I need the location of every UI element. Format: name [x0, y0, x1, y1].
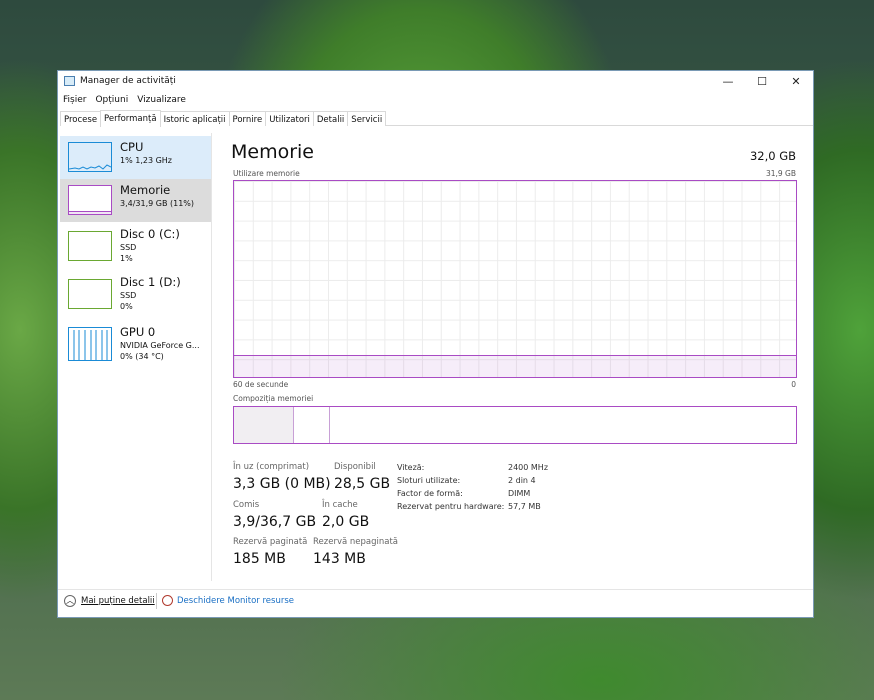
stat-value: 3,3 GB (0 MB) [233, 476, 331, 492]
tab-details[interactable]: Detalii [312, 111, 349, 126]
close-button[interactable]: ✕ [779, 71, 813, 92]
spec-label: Rezervat pentru hardware: [397, 502, 505, 511]
memory-thumbnail-graph [68, 185, 112, 215]
time-axis-left: 60 de secunde [233, 380, 289, 389]
sidebar-item-memory[interactable]: Memorie 3,4/31,9 GB (11%) [60, 179, 211, 222]
title-bar[interactable]: Manager de activități — ☐ ✕ [58, 71, 813, 92]
tab-users[interactable]: Utilizatori [265, 111, 314, 126]
footer-divider [58, 589, 813, 590]
stat-label: Rezervă paginată [233, 537, 308, 547]
stat-label: În cache [322, 500, 358, 510]
sidebar: CPU 1% 1,23 GHz Memorie 3,4/31,9 GB (11%… [60, 133, 212, 581]
spec-value: 57,7 MB [508, 502, 541, 511]
graph-max: 31,9 GB [765, 169, 796, 178]
memory-usage-fill [234, 355, 796, 377]
memory-usage-graph [233, 180, 797, 378]
resource-monitor-label: Deschidere Monitor resurse [177, 595, 295, 606]
menu-bar: Fișier Opțiuni Vizualizare [63, 95, 186, 105]
fewer-details-button[interactable]: ︿ Mai puține detalii [64, 595, 155, 607]
stat-label: Disponibil [334, 462, 376, 472]
tab-performance[interactable]: Performanță [100, 110, 161, 127]
total-memory: 32,0 GB [749, 149, 796, 163]
spec-value: 2 din 4 [508, 476, 536, 485]
tab-app-history[interactable]: Istoric aplicații [159, 111, 230, 126]
sidebar-item-gpu-0[interactable]: GPU 0 NVIDIA GeForce G... 0% (34 °C) [60, 321, 211, 367]
task-manager-window: Manager de activități — ☐ ✕ Fișier Opțiu… [57, 70, 814, 618]
stat-label: Comis [233, 500, 260, 510]
sidebar-item-usage: 0% (34 °C) [120, 352, 164, 361]
sidebar-item-name: Disc 0 (C:) [120, 227, 180, 241]
sidebar-item-usage: 1% [120, 254, 133, 263]
sidebar-item-detail: SSD [120, 291, 137, 300]
sidebar-item-detail: 3,4/31,9 GB (11%) [120, 199, 195, 208]
page-title: Memorie [231, 141, 314, 163]
app-icon [64, 76, 75, 86]
sidebar-item-name: Memorie [120, 183, 171, 197]
disk-thumbnail-graph [68, 231, 112, 261]
sidebar-item-cpu[interactable]: CPU 1% 1,23 GHz [60, 136, 211, 179]
menu-file[interactable]: Fișier [63, 95, 86, 105]
menu-view[interactable]: Vizualizare [137, 95, 186, 105]
time-axis-right: 0 [791, 380, 796, 389]
menu-options[interactable]: Opțiuni [95, 95, 128, 105]
composition-modified [294, 407, 330, 443]
composition-in-use [234, 407, 294, 443]
spec-label: Factor de formă: [397, 489, 463, 498]
window-title: Manager de activități [80, 76, 176, 86]
memory-composition-bar [233, 406, 797, 444]
sidebar-item-name: CPU [120, 140, 144, 154]
gpu-thumbnail-graph [68, 327, 112, 361]
tab-services[interactable]: Servicii [347, 111, 387, 126]
sidebar-item-detail: NVIDIA GeForce G... [120, 341, 200, 350]
stat-value: 185 MB [233, 551, 286, 567]
sidebar-item-name: GPU 0 [120, 325, 156, 339]
sidebar-item-detail: SSD [120, 243, 137, 252]
minimize-button[interactable]: — [711, 71, 745, 92]
sidebar-item-disk-1[interactable]: Disc 1 (D:) SSD 0% [60, 271, 211, 317]
fewer-details-label: Mai puține detalii [81, 596, 155, 606]
stat-value: 2,0 GB [322, 514, 370, 530]
spec-value: 2400 MHz [508, 463, 549, 472]
open-resource-monitor-link[interactable]: Deschidere Monitor resurse [162, 595, 294, 606]
tab-processes[interactable]: Procese [60, 111, 102, 126]
spec-label: Sloturi utilizate: [397, 476, 461, 485]
chevron-up-icon: ︿ [64, 595, 76, 607]
disk-thumbnail-graph [68, 279, 112, 309]
spec-label: Viteză: [397, 463, 425, 472]
tab-bar: Procese Performanță Istoric aplicații Po… [60, 109, 813, 127]
cpu-thumbnail-graph [68, 142, 112, 172]
sidebar-item-disk-0[interactable]: Disc 0 (C:) SSD 1% [60, 223, 211, 269]
resource-monitor-icon [162, 595, 173, 606]
tab-startup[interactable]: Pornire [228, 111, 267, 126]
sidebar-item-name: Disc 1 (D:) [120, 275, 181, 289]
stat-value: 143 MB [313, 551, 366, 567]
composition-label: Compoziția memoriei [233, 394, 314, 403]
stat-label: Rezervă nepaginată [313, 537, 398, 547]
stat-value: 28,5 GB [334, 476, 391, 492]
sidebar-item-usage: 0% [120, 302, 133, 311]
stat-label: În uz (comprimat) [233, 462, 310, 472]
graph-label: Utilizare memorie [233, 169, 300, 178]
sidebar-item-detail: 1% 1,23 GHz [120, 156, 173, 165]
spec-value: DIMM [508, 489, 531, 498]
stat-value: 3,9/36,7 GB [233, 514, 317, 530]
maximize-button[interactable]: ☐ [745, 71, 779, 92]
footer-separator [156, 593, 157, 609]
